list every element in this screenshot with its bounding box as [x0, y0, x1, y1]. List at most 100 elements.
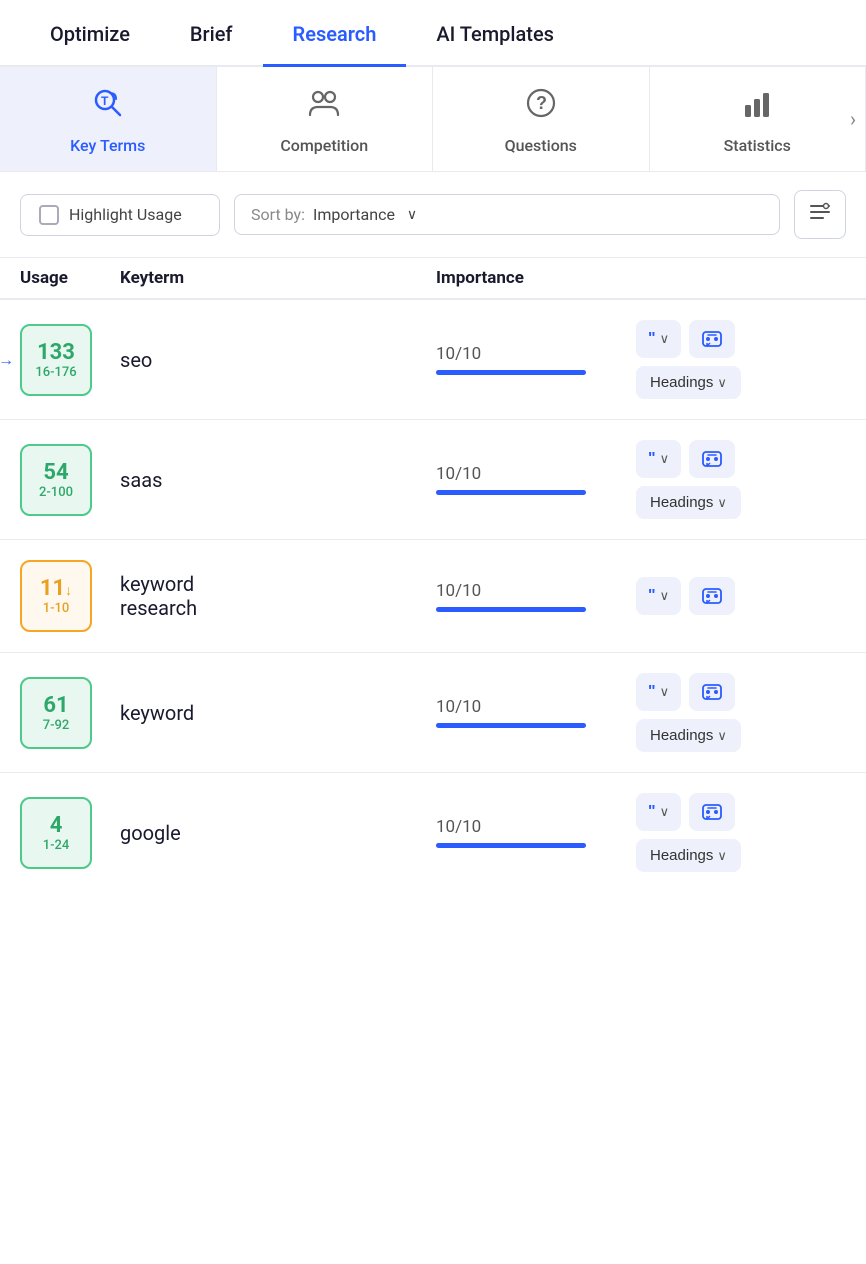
importance-score: 10/10 [436, 817, 636, 837]
usage-range: 1-10 [43, 601, 70, 616]
ai-button[interactable] [689, 440, 735, 478]
ai-button[interactable] [689, 577, 735, 615]
usage-badge: 61 7-92 [20, 677, 92, 749]
ai-button[interactable] [689, 673, 735, 711]
usage-badge: 4 1-24 [20, 797, 92, 869]
headings-chevron: ∨ [717, 848, 727, 864]
sort-value: Importance [313, 205, 395, 224]
usage-count: 11↓ [40, 576, 72, 601]
headings-button[interactable]: Headings ∨ [636, 839, 741, 872]
importance-bar [436, 843, 586, 848]
actions-top: " ∨ [636, 673, 735, 711]
quote-button[interactable]: " ∨ [636, 440, 681, 478]
subtab-competition-label: Competition [280, 136, 368, 155]
subtab-competition[interactable]: Competition [217, 67, 434, 171]
tab-optimize[interactable]: Optimize [20, 0, 160, 67]
usage-range: 2-100 [39, 485, 73, 500]
ai-icon [701, 328, 723, 350]
quote-icon: " [648, 587, 656, 605]
importance-score: 10/10 [436, 464, 636, 484]
importance-bar [436, 370, 586, 375]
subtab-statistics-label: Statistics [724, 136, 791, 155]
quote-chevron: ∨ [660, 331, 670, 347]
usage-range: 1-24 [43, 838, 70, 853]
importance-score: 10/10 [436, 344, 636, 364]
table-row: 4 1-24 google 10/10 " ∨ [0, 773, 866, 892]
quote-icon: " [648, 450, 656, 468]
quote-button[interactable]: " ∨ [636, 793, 681, 831]
sub-tabs: T Key Terms Competition ? Questions [0, 67, 866, 172]
highlight-label: Highlight Usage [69, 205, 182, 224]
importance-score: 10/10 [436, 581, 636, 601]
importance-bar-bg [436, 607, 586, 612]
headings-button[interactable]: Headings ∨ [636, 719, 741, 752]
subtab-questions[interactable]: ? Questions [433, 67, 650, 171]
row-arrow: → [0, 350, 14, 370]
importance-cell: 10/10 [436, 817, 636, 848]
quote-icon: " [648, 683, 656, 701]
sort-control[interactable]: Sort by: Importance ∨ [234, 194, 780, 235]
ai-button[interactable] [689, 320, 735, 358]
importance-bar [436, 490, 586, 495]
headings-label: Headings [650, 847, 713, 864]
sub-tabs-chevron[interactable]: › [850, 107, 856, 131]
competition-icon [306, 85, 342, 128]
headings-label: Headings [650, 727, 713, 744]
headings-chevron: ∨ [717, 728, 727, 744]
tab-research[interactable]: Research [263, 0, 407, 67]
tab-ai-templates[interactable]: AI Templates [406, 0, 584, 67]
sort-prefix: Sort by: [251, 205, 305, 224]
ai-icon [701, 801, 723, 823]
controls-row: Highlight Usage Sort by: Importance ∨ [0, 172, 866, 258]
filter-button[interactable] [794, 190, 846, 239]
quote-chevron: ∨ [660, 588, 670, 604]
quote-chevron: ∨ [660, 684, 670, 700]
importance-cell: 10/10 [436, 581, 636, 612]
svg-text:T: T [101, 94, 109, 108]
headings-label: Headings [650, 374, 713, 391]
table-body: → 133 16-176 seo 10/10 " ∨ [0, 300, 866, 892]
actions-cell: " ∨ [636, 577, 846, 615]
importance-bar-bg [436, 490, 586, 495]
tab-brief[interactable]: Brief [160, 0, 263, 67]
quote-icon: " [648, 330, 656, 348]
keyterm-cell: keywordresearch [120, 572, 436, 620]
quote-chevron: ∨ [660, 804, 670, 820]
header-keyterm: Keyterm [120, 268, 436, 288]
usage-count: 54 [43, 460, 68, 485]
importance-cell: 10/10 [436, 344, 636, 375]
usage-count: 61 [43, 693, 68, 718]
actions-top: " ∨ [636, 577, 735, 615]
ai-icon [701, 681, 723, 703]
quote-chevron: ∨ [660, 451, 670, 467]
header-actions [636, 268, 846, 288]
table-row: 54 2-100 saas 10/10 " ∨ [0, 420, 866, 540]
actions-cell: " ∨ Headings ∨ [636, 320, 846, 399]
importance-score: 10/10 [436, 697, 636, 717]
actions-top: " ∨ [636, 320, 735, 358]
quote-button[interactable]: " ∨ [636, 673, 681, 711]
actions-cell: " ∨ Headings ∨ [636, 673, 846, 752]
keyterm-cell: google [120, 821, 436, 845]
subtab-questions-label: Questions [505, 136, 577, 155]
subtab-statistics[interactable]: Statistics [650, 67, 866, 171]
headings-button[interactable]: Headings ∨ [636, 366, 741, 399]
importance-bar-bg [436, 723, 586, 728]
ai-button[interactable] [689, 793, 735, 831]
usage-badge: 54 2-100 [20, 444, 92, 516]
highlight-usage-control[interactable]: Highlight Usage [20, 194, 220, 236]
headings-chevron: ∨ [717, 375, 727, 391]
quote-button[interactable]: " ∨ [636, 320, 681, 358]
usage-count: 4 [50, 813, 63, 838]
quote-button[interactable]: " ∨ [636, 577, 681, 615]
actions-cell: " ∨ Headings ∨ [636, 440, 846, 519]
headings-button[interactable]: Headings ∨ [636, 486, 741, 519]
usage-cell: 4 1-24 [20, 797, 120, 869]
table-row: 61 7-92 keyword 10/10 " ∨ [0, 653, 866, 773]
usage-badge: 133 16-176 [20, 324, 92, 396]
subtab-key-terms[interactable]: T Key Terms [0, 67, 217, 171]
usage-badge: 11↓ 1-10 [20, 560, 92, 632]
highlight-checkbox[interactable] [39, 205, 59, 225]
filter-icon [809, 201, 831, 228]
keyterm-cell: keyword [120, 701, 436, 725]
